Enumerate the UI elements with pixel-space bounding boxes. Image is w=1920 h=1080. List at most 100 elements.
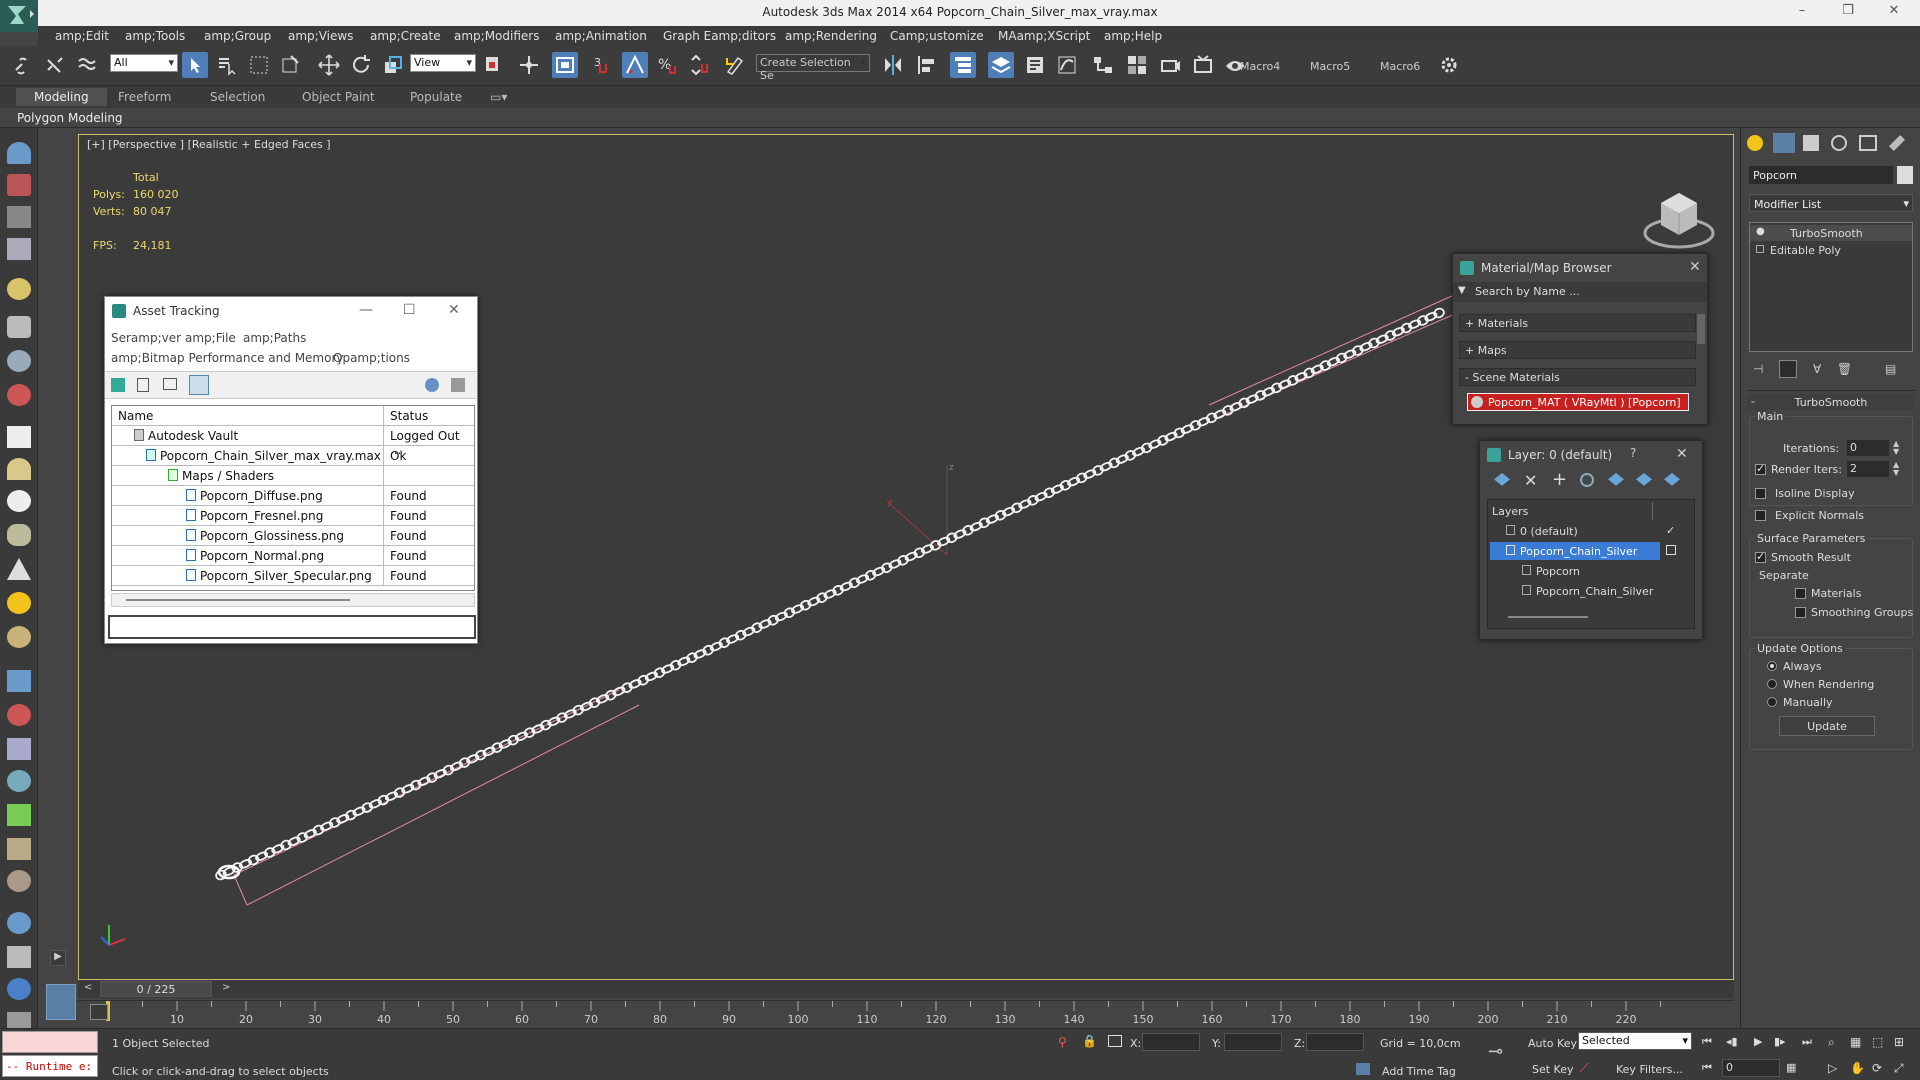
render-setup-icon[interactable] [1158,52,1184,78]
tab-object-paint[interactable]: Object Paint [302,90,375,104]
separate-materials-checkbox[interactable] [1795,588,1806,599]
go-to-end-icon[interactable]: ⏭ [1802,1035,1812,1049]
graphite-toggle-icon[interactable] [1022,52,1048,78]
modify-tab-icon[interactable] [1773,133,1795,153]
go-to-start-icon[interactable]: ⏮ [1702,1035,1712,1049]
highlight-layer-icon[interactable] [1608,473,1624,486]
isoline-display-checkbox[interactable] [1755,488,1766,499]
table-row[interactable]: Maps / Shaders [112,466,474,486]
expand-icon[interactable] [1756,245,1764,253]
link-icon[interactable] [10,52,36,78]
close-icon[interactable]: ✕ [1884,3,1904,21]
table-row[interactable]: Popcorn_Diffuse.png Found [112,486,474,506]
maximize-icon[interactable]: ❐ [1838,3,1858,21]
time-tag-icon[interactable] [1356,1063,1370,1075]
selection-filter-dropdown[interactable]: All [110,54,178,72]
select-object-icon[interactable] [182,52,208,78]
globe-icon[interactable] [7,912,31,934]
hand-icon[interactable] [7,524,31,546]
tab-modeling[interactable]: Modeling [16,88,107,106]
hierarchy-tab-icon[interactable] [1803,135,1819,151]
menu-rendering[interactable]: amp;Rendering [785,29,877,43]
list-view-icon[interactable] [137,378,149,392]
previous-key-icon[interactable]: ◂▮ [1726,1035,1738,1048]
horizontal-scrollbar[interactable] [111,593,475,607]
key-mode-dropdown[interactable]: Selected ▾ [1578,1032,1692,1050]
delete-layer-icon[interactable]: ✕ [1524,471,1537,490]
layer-row-popcorn-chain-silver[interactable]: Popcorn_Chain_Silver [1488,542,1694,560]
gear-small-icon[interactable] [7,770,31,792]
maximize-icon[interactable]: ☐ [403,302,416,318]
menu-server[interactable]: Seramp;ver [111,331,181,345]
dome-icon[interactable] [7,458,31,480]
lock-icon[interactable]: 🔒 [1082,1034,1097,1048]
active-layer-check-icon[interactable]: ✓ [1666,524,1675,537]
table-row[interactable]: Popcorn_Normal.png Found [112,546,474,566]
previous-frame-icon[interactable]: < [84,982,92,993]
maxscript-output[interactable]: -- Runtime e: [2,1055,98,1077]
column-name-header[interactable]: Name [118,409,153,423]
search-options-icon[interactable]: ▼ [1458,285,1466,296]
spinner-arrows-icon[interactable]: ▲ ▼ [1893,440,1899,456]
layer-row-default[interactable]: 0 (default) ✓ [1488,522,1694,540]
update-always-radio[interactable] [1767,661,1777,671]
menu-edit[interactable]: amp;Edit [55,29,109,43]
render-iters-spinner[interactable]: 2 [1847,461,1889,477]
table-row[interactable]: Popcorn_Fresnel.png Found [112,506,474,526]
rotate-icon[interactable] [348,52,374,78]
menu-graph-editors[interactable]: Graph Eamp;ditors [663,29,776,43]
move-icon[interactable] [316,52,342,78]
table-row[interactable]: Popcorn_Silver_Specular.png Found [112,566,474,586]
turbosmooth-rollout-header[interactable]: - TurboSmooth [1747,394,1915,410]
settings-icon[interactable] [451,378,465,392]
light-bulb-icon[interactable]: ● [1756,226,1765,237]
display-tab-icon[interactable] [1859,135,1877,151]
show-end-result-icon[interactable] [1779,360,1797,378]
layer-manager-icon[interactable] [988,52,1014,78]
scrollbar-thumb[interactable] [126,599,350,601]
layer-object-row[interactable]: Popcorn_Chain_Silver [1488,582,1694,600]
scale-icon[interactable] [380,52,406,78]
scene-explorer-icon[interactable] [950,52,976,78]
time-slider-knob[interactable]: 0 / 225 [100,981,212,997]
time-configuration-icon[interactable]: ▦ [1786,1061,1796,1074]
path-input[interactable] [108,615,476,639]
menu-modifiers[interactable]: amp;Modifiers [454,29,539,43]
curve-editor-icon[interactable] [1054,52,1080,78]
pan-view-icon[interactable]: ✋ [1850,1061,1865,1075]
material-search-input[interactable]: Search by Name ... [1475,285,1580,298]
update-button[interactable]: Update [1779,716,1875,736]
pivot-center-icon[interactable] [480,52,506,78]
maxscript-listener-input[interactable] [2,1031,98,1053]
materials-section[interactable]: + Materials [1459,314,1696,332]
spinner-snap-icon[interactable] [686,52,712,78]
material-editor-icon[interactable] [1124,52,1150,78]
scene-material-item[interactable]: Popcorn_MAT ( VRayMtl ) [Popcorn] [1467,393,1689,411]
column-status-header[interactable]: Status [390,409,428,423]
explicit-normals-checkbox[interactable] [1755,510,1766,521]
named-selection-dropdown[interactable]: Create Selection Se [756,54,870,82]
menu-customize[interactable]: Camp;ustomize [890,29,984,43]
motion-tab-icon[interactable] [1831,135,1847,151]
update-manually-radio[interactable] [1767,697,1777,707]
make-unique-icon[interactable]: ∀ [1813,362,1821,376]
close-icon[interactable]: ✕ [1676,446,1688,462]
light-icon[interactable] [7,278,31,300]
rect-selection-icon[interactable] [246,52,272,78]
zoom-all-icon[interactable]: ▦ [1850,1035,1861,1049]
edit-named-selection-icon[interactable] [722,52,748,78]
menu-create[interactable]: amp;Create [370,29,441,43]
reference-coord-dropdown[interactable]: View [410,54,476,72]
pin-stack-icon[interactable]: ⊣ [1753,362,1763,376]
play-small-icon[interactable]: ▶ [50,950,66,966]
zoom-icon[interactable]: ⌕ [1828,1035,1835,1050]
tab-selection[interactable]: Selection [210,90,265,104]
menu-group[interactable]: amp;Group [204,29,271,43]
iterations-spinner[interactable]: 0 [1847,440,1889,456]
menu-paths[interactable]: amp;Paths [243,331,306,345]
schematic-view-icon[interactable] [1090,52,1116,78]
orbit-icon[interactable]: ⟳ [1872,1061,1882,1075]
grid-icon[interactable] [7,238,31,260]
maximize-viewport-icon[interactable]: ⤢ [1894,1061,1904,1076]
tab-populate[interactable]: Populate [410,90,462,104]
